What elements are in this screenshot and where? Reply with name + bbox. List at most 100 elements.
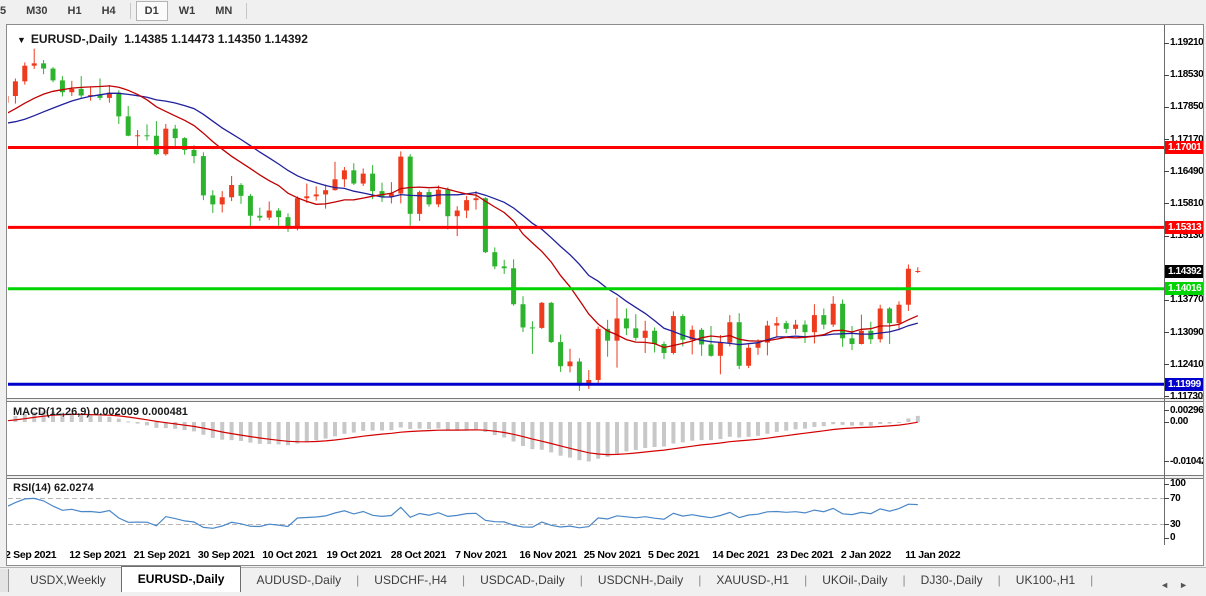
timeframe-button-5[interactable]: 5	[0, 1, 15, 21]
candle	[868, 331, 873, 340]
rsi-tick-mark	[1164, 498, 1169, 499]
tab-ukoil-daily[interactable]: UKOil-,Daily	[807, 569, 902, 592]
price-tick-label: 1.16490	[1170, 166, 1204, 177]
candle	[163, 129, 168, 155]
date-label: 12 Sep 2021	[69, 549, 126, 561]
candle	[116, 93, 121, 117]
candle	[436, 190, 441, 205]
rsi-pane[interactable]	[8, 478, 1164, 544]
timeframe-button-h4[interactable]: H4	[93, 1, 125, 21]
candle	[370, 174, 375, 192]
ma-fast-line	[8, 86, 918, 348]
candle	[267, 211, 272, 218]
candle	[718, 343, 723, 356]
toolbar-separator	[246, 3, 247, 19]
level-price-tag: 1.11999	[1165, 378, 1204, 391]
tab-usdcad-daily[interactable]: USDCAD-,Daily	[465, 569, 580, 592]
tab-scroll-arrows: ◄►	[1160, 580, 1198, 590]
tabbar-corner	[0, 569, 9, 592]
candle	[210, 195, 215, 204]
macd-signal-value: 0.000481	[142, 406, 188, 418]
candle	[727, 322, 732, 342]
candle	[427, 192, 432, 204]
price-tick-label: 1.13090	[1170, 327, 1204, 338]
candle	[201, 156, 206, 195]
date-label: 16 Nov 2021	[519, 549, 576, 561]
price-tick-mark	[1164, 332, 1169, 333]
price-tick-mark	[1164, 236, 1169, 237]
time-axis[interactable]: 2 Sep 202112 Sep 202121 Sep 202130 Sep 2…	[7, 545, 1204, 566]
price-pane[interactable]	[8, 25, 1164, 398]
candle	[502, 266, 507, 268]
price-tick-mark	[1164, 171, 1169, 172]
candle	[539, 303, 544, 328]
candle	[821, 315, 826, 324]
candle	[615, 318, 620, 340]
quote-low: 1.14350	[218, 32, 261, 46]
candle	[746, 348, 751, 366]
macd-main-value: 0.002009	[93, 406, 139, 418]
price-tick-label: 1.15810	[1170, 198, 1204, 209]
tab-audusd-daily[interactable]: AUDUSD-,Daily	[241, 569, 356, 592]
candle	[671, 316, 676, 353]
macd-axis-label: 0.002966	[1170, 405, 1204, 416]
date-label: 21 Sep 2021	[134, 549, 191, 561]
candle	[408, 157, 413, 214]
candle	[229, 185, 234, 197]
candle	[906, 269, 911, 305]
rsi-tick-mark	[1164, 538, 1169, 539]
date-label: 11 Jan 2022	[905, 549, 960, 561]
rsi-axis-label: 70	[1170, 493, 1204, 504]
candle	[709, 344, 714, 355]
tab-dj30-daily[interactable]: DJ30-,Daily	[906, 569, 998, 592]
timeframe-button-d1[interactable]: D1	[136, 1, 168, 21]
date-label: 7 Nov 2021	[455, 549, 507, 561]
candle	[793, 325, 798, 329]
date-label: 10 Oct 2021	[262, 549, 317, 561]
date-label: 14 Dec 2021	[712, 549, 769, 561]
ma-slow-line	[8, 93, 918, 344]
timeframe-button-h1[interactable]: H1	[59, 1, 91, 21]
tab-eurusd-daily[interactable]: EURUSD-,Daily	[121, 566, 242, 592]
rsi-axis-label: 100	[1170, 478, 1204, 489]
price-tick-label: 1.11730	[1170, 391, 1204, 402]
candle	[257, 216, 262, 218]
tab-scroll-left-icon[interactable]: ◄	[1160, 580, 1179, 590]
chart-title: ▼EURUSD-,Daily 1.14385 1.14473 1.14350 1…	[17, 32, 308, 46]
candle	[333, 179, 338, 190]
quote-close: 1.14392	[264, 32, 307, 46]
price-tick-mark	[1164, 43, 1169, 44]
tab-usdchf-h4[interactable]: USDCHF-,H4	[359, 569, 462, 592]
rsi-line	[8, 498, 918, 528]
rsi-indicator-label: RSI(14) 62.0274	[13, 482, 94, 494]
timeframe-button-w1[interactable]: W1	[170, 1, 205, 21]
timeframe-button-mn[interactable]: MN	[206, 1, 241, 21]
price-tick-mark	[1164, 107, 1169, 108]
date-label: 30 Sep 2021	[198, 549, 255, 561]
candle	[126, 116, 131, 135]
date-label: 19 Oct 2021	[327, 549, 382, 561]
tab-usdx-weekly[interactable]: USDX,Weekly	[15, 569, 121, 592]
level-price-tag: 1.15313	[1165, 221, 1204, 234]
macd-tick-mark	[1164, 422, 1169, 423]
candle	[445, 190, 450, 217]
candle	[549, 303, 554, 342]
tab-usdcnh-daily[interactable]: USDCNH-,Daily	[583, 569, 698, 592]
price-tick-label: 1.17850	[1170, 101, 1204, 112]
tab-xauusd-h1[interactable]: XAUUSD-,H1	[701, 569, 804, 592]
candle	[455, 211, 460, 217]
candle	[13, 81, 18, 96]
tab-scroll-right-icon[interactable]: ►	[1179, 580, 1198, 590]
toolbar-separator	[130, 3, 131, 19]
candle	[577, 362, 582, 386]
tab-uk100-h1[interactable]: UK100-,H1	[1001, 569, 1090, 592]
chart-dropdown-icon[interactable]: ▼	[17, 35, 26, 45]
candle	[248, 196, 253, 216]
rsi-axis-label: 30	[1170, 519, 1204, 530]
timeframe-button-m30[interactable]: M30	[17, 1, 56, 21]
date-label: 25 Nov 2021	[584, 549, 641, 561]
candle	[596, 329, 601, 380]
candle	[69, 89, 74, 92]
tab-divider: |	[1090, 569, 1093, 592]
candle	[239, 185, 244, 196]
